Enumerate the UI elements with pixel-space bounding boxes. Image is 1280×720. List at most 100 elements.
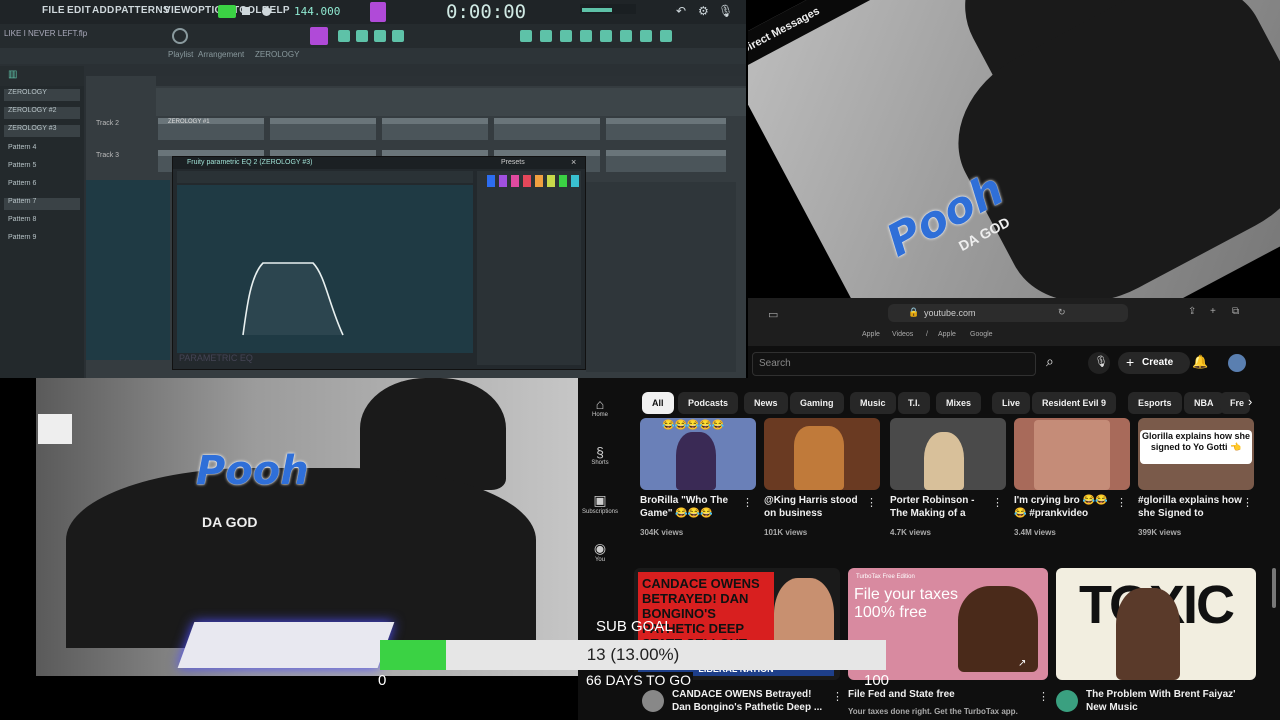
nav-you[interactable]: ◉ You	[578, 540, 622, 563]
automation-clip[interactable]	[156, 88, 746, 116]
pattern-clip[interactable]	[382, 118, 488, 140]
menu-patterns[interactable]: PATTERNS	[115, 5, 170, 16]
menu-edit[interactable]: EDIT	[67, 5, 91, 16]
video-title[interactable]: CANDACE OWENS Betrayed! Dan Bongino's Pa…	[672, 688, 832, 714]
short-title[interactable]: @King Harris stood on business	[764, 494, 864, 520]
video-title[interactable]: File Fed and State free	[848, 688, 1028, 701]
chip[interactable]: Gaming	[790, 392, 844, 414]
band-strip[interactable]	[559, 175, 567, 187]
band-strip[interactable]	[487, 175, 495, 187]
playlist-breadcrumb-1[interactable]: Arrangement	[198, 50, 244, 59]
chip[interactable]: NBA	[1184, 392, 1224, 414]
browser-item[interactable]: Pattern 5	[4, 162, 80, 174]
undo-icon[interactable]: ↶	[676, 4, 686, 18]
bookmark-item[interactable]: Google	[970, 331, 993, 338]
channel-panel[interactable]	[86, 180, 170, 360]
playlist-breadcrumb-0[interactable]: Playlist	[168, 50, 193, 59]
toolbar-icon-cloud[interactable]	[660, 30, 672, 42]
short-thumb[interactable]: 😂😂😂😂😂	[640, 418, 756, 490]
chip[interactable]: News	[744, 392, 788, 414]
toolbar-icon-tuner[interactable]	[600, 30, 612, 42]
short-title[interactable]: #glorilla explains how she Signed to	[1138, 494, 1242, 520]
avatar[interactable]	[1228, 354, 1246, 372]
short-thumb[interactable]	[764, 418, 880, 490]
yt-search-input[interactable]: Search	[752, 352, 1036, 376]
piano-icon[interactable]: ▥	[8, 69, 17, 80]
toolbar-icon-sliders[interactable]	[580, 30, 592, 42]
sidebar-icon[interactable]: ▭	[768, 308, 778, 321]
new-tab-icon[interactable]: +	[1210, 306, 1216, 317]
toolbar-icon-playlist[interactable]	[356, 30, 368, 42]
play-button[interactable]	[218, 5, 236, 18]
presets-label[interactable]: Presets	[501, 159, 525, 166]
browser-item[interactable]: Pattern 9	[4, 234, 80, 246]
bookmark-item[interactable]: Apple	[862, 331, 880, 338]
chip-all[interactable]: All	[642, 392, 674, 414]
create-button[interactable]: + Create	[1118, 352, 1190, 374]
track-label[interactable]: Track 3	[96, 152, 119, 159]
chip[interactable]: T.I.	[898, 392, 931, 414]
external-link-icon[interactable]: ↗	[1018, 658, 1026, 669]
chip[interactable]: Fre	[1220, 392, 1250, 414]
share-icon[interactable]: ⇪	[1188, 306, 1196, 317]
browser-item[interactable]: Pattern 6	[4, 180, 80, 192]
band-strip[interactable]	[571, 175, 579, 187]
search-icon[interactable]: ⌕	[1046, 353, 1054, 370]
chip[interactable]: Live	[992, 392, 1031, 414]
menu-add[interactable]: ADD	[92, 5, 115, 16]
pattern-clip[interactable]	[494, 118, 600, 140]
chevron-right-icon[interactable]: ›	[1248, 394, 1252, 409]
chip[interactable]: Esports	[1128, 392, 1182, 414]
short-title[interactable]: Porter Robinson - The Making of a	[890, 494, 990, 520]
video-thumb[interactable]: TOXIC	[1056, 568, 1256, 680]
nav-subscriptions[interactable]: ▣ Subscriptions	[578, 492, 622, 515]
nav-shorts[interactable]: § Shorts	[578, 444, 622, 466]
more-icon[interactable]: ⋮	[1116, 496, 1127, 509]
address-bar[interactable]: 🔒 youtube.com ↻	[888, 304, 1128, 322]
band-strip[interactable]	[547, 175, 555, 187]
pattern-lanes[interactable]	[586, 182, 736, 372]
toolbar-icon-touch[interactable]	[640, 30, 652, 42]
band-strip[interactable]	[523, 175, 531, 187]
close-icon[interactable]: ×	[571, 157, 576, 167]
more-icon[interactable]: ⋮	[742, 496, 753, 509]
browser-item[interactable]: ZEROLOGY #3	[4, 125, 80, 137]
more-icon[interactable]: ⋮	[832, 690, 843, 703]
more-icon[interactable]: ⋮	[992, 496, 1003, 509]
toolbar-icon-arrow[interactable]	[338, 30, 350, 42]
band-strip[interactable]	[535, 175, 543, 187]
browser-toggle-button[interactable]	[310, 27, 328, 45]
chip[interactable]: Mixes	[936, 392, 982, 414]
browser-item[interactable]: Pattern 7	[4, 198, 80, 210]
pattern-mode-button[interactable]	[370, 2, 386, 22]
short-thumb[interactable]	[890, 418, 1006, 490]
bookmark-item[interactable]: Apple	[938, 331, 956, 338]
settings-icon[interactable]: ⚙	[698, 4, 709, 18]
chip[interactable]: Podcasts	[678, 392, 739, 414]
toolbar-icon-piano-roll[interactable]	[374, 30, 386, 42]
browser-item[interactable]: Pattern 4	[4, 144, 80, 156]
record-button[interactable]	[262, 7, 271, 16]
chip[interactable]: Music	[850, 392, 896, 414]
short-thumb[interactable]: Glorilla explains how she signed to Yo G…	[1138, 418, 1254, 490]
browser-item[interactable]: Pattern 8	[4, 216, 80, 228]
short-title[interactable]: I'm crying bro 😂😂😂 #prankvideo	[1014, 494, 1114, 520]
tempo-display[interactable]: 144.000	[294, 5, 340, 18]
pattern-clip[interactable]	[270, 118, 376, 140]
tabs-icon[interactable]: ⧉	[1232, 306, 1239, 317]
channel-avatar[interactable]	[642, 690, 664, 712]
playlist-breadcrumb-2[interactable]: ZEROLOGY	[255, 50, 299, 59]
notifications-icon[interactable]: 🔔	[1192, 354, 1208, 370]
browser-item[interactable]: ZEROLOGY #2	[4, 107, 80, 119]
bookmark-item[interactable]: Videos	[892, 331, 913, 338]
toolbar-icon-plugin[interactable]	[540, 30, 552, 42]
short-thumb[interactable]	[1014, 418, 1130, 490]
toolbar-icon-keys[interactable]	[620, 30, 632, 42]
voice-search-button[interactable]: 🎙	[1088, 352, 1110, 374]
chip[interactable]: Resident Evil 9	[1032, 392, 1117, 414]
channel-avatar[interactable]	[1056, 690, 1078, 712]
menu-view[interactable]: VIEW	[164, 5, 191, 16]
mic-icon[interactable]: 🎙	[718, 4, 733, 18]
track-label[interactable]: Track 2	[96, 120, 119, 127]
eq-graph[interactable]	[177, 185, 473, 353]
